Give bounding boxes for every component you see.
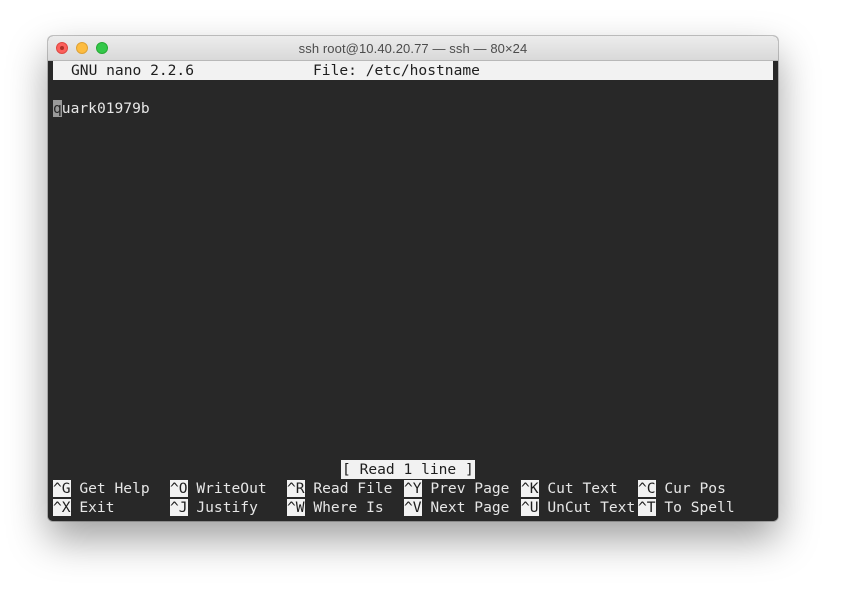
shortcut-label: Cur Pos	[655, 480, 726, 497]
shortcut-label: UnCut Text	[538, 499, 636, 516]
shortcut-key: ^U	[521, 499, 539, 516]
editor-line[interactable]: quark01979b	[53, 99, 773, 118]
window-title: ssh root@10.40.20.77 — ssh — 80×24	[298, 41, 528, 56]
file-name: File: /etc/hostname	[313, 62, 480, 79]
shortcut-item: ^J Justify	[170, 498, 258, 517]
shortcut-key: ^X	[53, 499, 71, 516]
terminal-content[interactable]: GNU nano 2.2.6 File: /etc/hostname quark…	[48, 61, 778, 521]
shortcut-key: ^K	[521, 480, 539, 497]
status-message: [ Read 1 line ]	[341, 460, 475, 479]
editor-text: uark01979b	[61, 100, 150, 117]
nano-version: GNU nano 2.2.6	[71, 62, 195, 79]
text-cursor: q	[53, 100, 62, 117]
shortcut-key: ^Y	[404, 480, 422, 497]
nano-header-bar: GNU nano 2.2.6 File: /etc/hostname	[53, 61, 773, 80]
shortcut-key: ^T	[638, 499, 656, 516]
shortcut-item: ^K Cut Text	[521, 479, 618, 498]
shortcut-key: ^R	[287, 480, 305, 497]
shortcut-label: Exit	[70, 499, 115, 516]
shortcut-key: ^O	[170, 480, 188, 497]
shortcut-row-2: ^X Exit ^J Justify ^W Where Is ^V Next Page…	[53, 498, 773, 517]
shortcut-item: ^V Next Page	[404, 498, 509, 517]
shortcut-item: ^W Where Is	[287, 498, 384, 517]
shortcut-label: WriteOut	[187, 480, 267, 497]
status-line: [ Read 1 line ]	[53, 460, 773, 479]
shortcut-label: Justify	[187, 499, 258, 516]
shortcut-key: ^C	[638, 480, 656, 497]
shortcut-label: Read File	[304, 480, 393, 497]
shortcut-item: ^O WriteOut	[170, 479, 267, 498]
shortcut-label: Prev Page	[421, 480, 510, 497]
terminal-window: ssh root@10.40.20.77 — ssh — 80×24 GNU n…	[48, 36, 778, 521]
shortcut-item: ^Y Prev Page	[404, 479, 509, 498]
shortcut-label: To Spell	[655, 499, 735, 516]
shortcut-label: Get Help	[70, 480, 150, 497]
shortcut-item: ^T To Spell	[638, 498, 735, 517]
shortcut-label: Where Is	[304, 499, 384, 516]
shortcut-key: ^W	[287, 499, 305, 516]
shortcut-key: ^G	[53, 480, 71, 497]
shortcut-item: ^R Read File	[287, 479, 392, 498]
shortcut-label: Cut Text	[538, 480, 618, 497]
shortcut-item: ^U UnCut Text	[521, 498, 635, 517]
shortcut-label: Next Page	[421, 499, 510, 516]
shortcut-key: ^J	[170, 499, 188, 516]
shortcut-item: ^C Cur Pos	[638, 479, 726, 498]
shortcut-item: ^X Exit	[53, 498, 115, 517]
title-bar[interactable]: ssh root@10.40.20.77 — ssh — 80×24	[48, 36, 778, 61]
shortcut-row-1: ^G Get Help ^O WriteOut ^R Read File ^Y Pre…	[53, 479, 773, 498]
shortcut-key: ^V	[404, 499, 422, 516]
shortcut-item: ^G Get Help	[53, 479, 150, 498]
